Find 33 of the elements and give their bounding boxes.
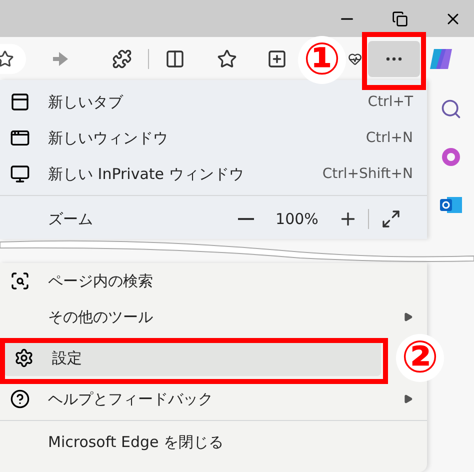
plus-square-icon	[267, 48, 287, 68]
app-logo-icon[interactable]	[440, 146, 462, 168]
search-icon[interactable]	[440, 98, 462, 120]
star-icon[interactable]	[0, 50, 14, 68]
menu-item[interactable]: その他のツール	[0, 299, 427, 335]
find-icon	[10, 271, 30, 291]
menu-item[interactable]: Microsoft Edge を閉じる	[0, 424, 427, 460]
heart-icon	[348, 52, 362, 66]
submenu-arrow-icon	[403, 312, 413, 322]
menu-item[interactable]: 新しい InPrivate ウィンドウ Ctrl+Shift+N	[0, 156, 427, 192]
zoom-label: ズーム	[48, 210, 94, 228]
private-window-icon	[10, 164, 30, 184]
settings-icon	[14, 348, 34, 368]
puzzle-icon	[112, 48, 132, 68]
zoom-value: 100%	[274, 210, 320, 228]
help-icon	[10, 389, 30, 409]
address-bar[interactable]	[0, 44, 26, 74]
split-screen-icon	[165, 48, 185, 68]
menu-item[interactable]: ページ内の検索	[0, 263, 427, 299]
menu-item[interactable]: ヘルプとフィードバック	[0, 381, 427, 417]
expand-icon	[381, 209, 401, 229]
minus-icon	[238, 218, 254, 220]
submenu-arrow-icon	[403, 394, 413, 404]
star-icon	[217, 48, 237, 68]
highlight-frame	[362, 32, 426, 90]
menu-item[interactable]: 設定	[4, 340, 381, 376]
mail-app-icon[interactable]	[438, 194, 462, 216]
menu-item[interactable]: 新しいタブ Ctrl+T	[0, 84, 427, 120]
tab-icon	[10, 92, 30, 112]
restore-icon[interactable]	[392, 10, 408, 26]
more-icon	[386, 56, 402, 60]
window-icon	[10, 128, 30, 148]
menu-item[interactable]: 新しいウィンドウ Ctrl+N	[0, 120, 427, 156]
